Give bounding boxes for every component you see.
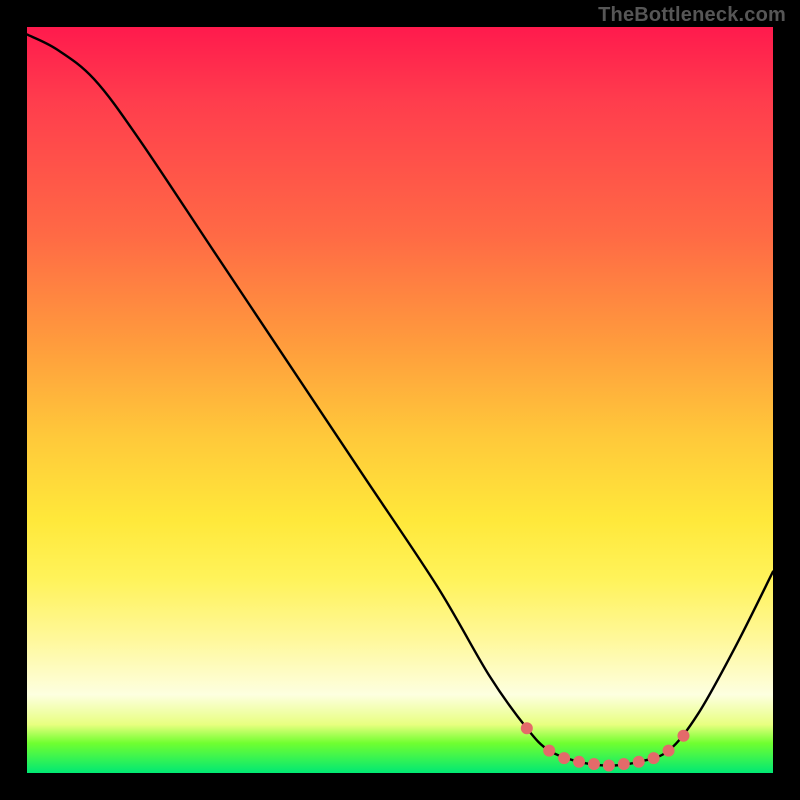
curve-dots — [521, 722, 690, 771]
watermark-text: TheBottleneck.com — [598, 4, 786, 27]
curve-dot — [588, 758, 600, 770]
curve-dot — [677, 730, 689, 742]
curve-dot — [573, 756, 585, 768]
curve-layer — [27, 27, 773, 773]
curve-dot — [543, 745, 555, 757]
bottleneck-curve — [27, 34, 773, 765]
curve-dot — [521, 722, 533, 734]
curve-dot — [633, 756, 645, 768]
curve-dot — [603, 760, 615, 772]
curve-dot — [663, 745, 675, 757]
curve-dot — [648, 752, 660, 764]
curve-dot — [558, 752, 570, 764]
curve-dot — [618, 758, 630, 770]
chart-frame: TheBottleneck.com — [0, 0, 800, 800]
